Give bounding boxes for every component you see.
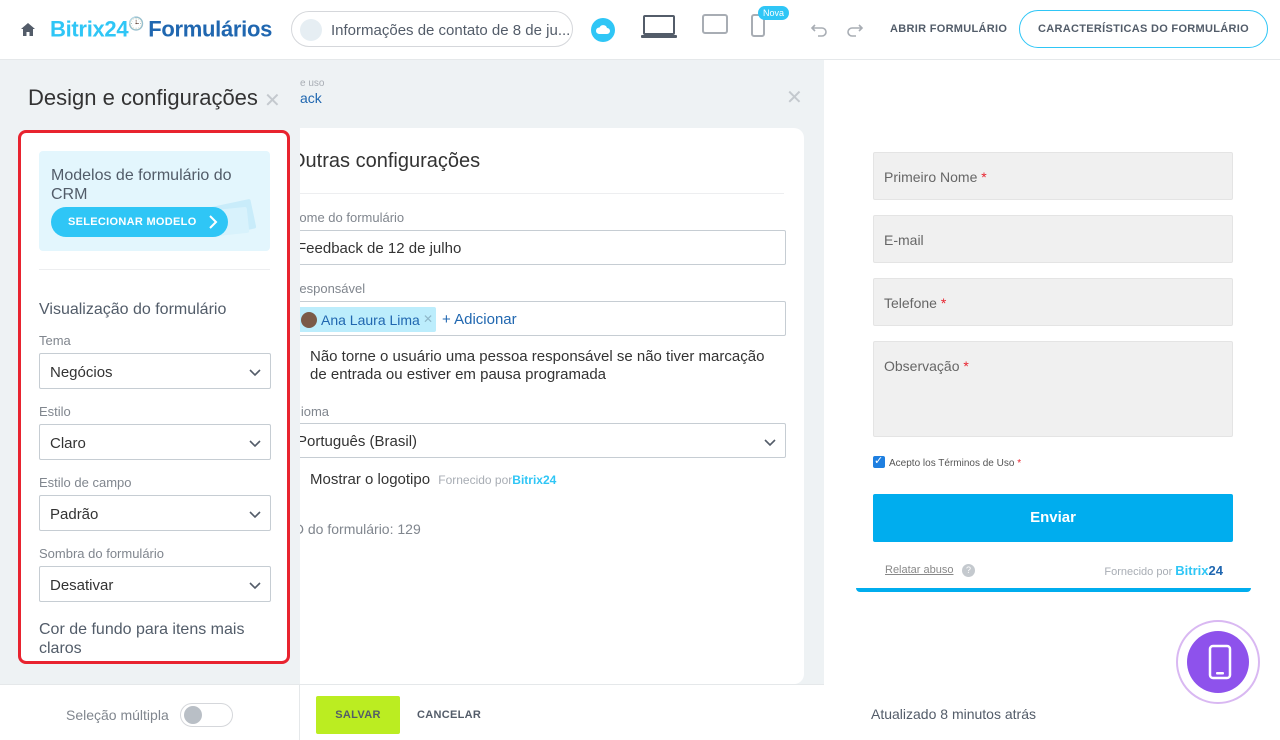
- cloud-icon[interactable]: [591, 18, 615, 42]
- phone-field[interactable]: Telefone *: [873, 278, 1233, 326]
- language-label: Idioma: [300, 404, 330, 419]
- form-selector[interactable]: Informações de contato de 8 de ju...: [291, 11, 573, 47]
- form-name-input[interactable]: Feedback de 12 de julho: [300, 230, 786, 265]
- updated-status: Atualizado 8 minutos atrás: [871, 706, 1036, 722]
- open-form-link[interactable]: ABRIR FORMULÁRIO: [890, 23, 1007, 35]
- chevron-down-icon: [249, 440, 261, 448]
- style-select[interactable]: Claro: [39, 424, 271, 460]
- form-id: ID do formulário: 129: [300, 521, 421, 537]
- avatar: [301, 312, 317, 328]
- cancel-button[interactable]: CANCELAR: [417, 709, 481, 721]
- chevron-right-icon: [209, 215, 218, 229]
- help-icon[interactable]: ?: [962, 564, 975, 577]
- chevron-down-icon: [249, 511, 261, 519]
- other-settings-title: Outras configurações: [300, 150, 481, 172]
- terms-of-use-label: e uso: [300, 78, 325, 89]
- theme-select[interactable]: Negócios: [39, 353, 271, 389]
- chevron-down-icon: [249, 582, 261, 590]
- chevron-down-icon: [764, 439, 776, 447]
- tablet-icon[interactable]: [702, 14, 728, 36]
- home-icon[interactable]: [18, 20, 38, 40]
- mobile-preview-icon: [1208, 644, 1232, 680]
- preview-footer: Relatar abuso ? Fornecido por Bitrix24: [856, 552, 1251, 592]
- form-shadow-select[interactable]: Desativar: [39, 566, 271, 602]
- powered-by: Fornecido por Bitrix24: [1104, 563, 1223, 578]
- note-field[interactable]: Observação *: [873, 341, 1233, 437]
- form-preview: Primeiro Nome * E-mail Telefone * Observ…: [824, 60, 1280, 740]
- bottom-actions-bar: SALVAR CANCELAR: [300, 684, 824, 740]
- form-shadow-label: Sombra do formulário: [39, 546, 164, 561]
- crm-templates-box: Modelos de formulário do CRM SELECIONAR …: [39, 151, 270, 251]
- new-badge: Nova: [758, 6, 790, 20]
- other-settings-panel: e uso ack ✕ Outras configurações Nome do…: [300, 60, 824, 684]
- show-logo-checkbox-label: Mostrar o logotipo Fornecido porBitrix24: [310, 471, 557, 488]
- no-clock-in-checkbox-label: Não torne o usuário uma pessoa responsáv…: [310, 348, 765, 383]
- form-view-section-title: Visualização do formulário: [39, 301, 227, 318]
- feedback-link[interactable]: ack: [300, 90, 322, 106]
- select-model-button[interactable]: SELECIONAR MODELO: [51, 207, 228, 237]
- highlighted-settings-card: Modelos de formulário do CRM SELECIONAR …: [18, 130, 290, 664]
- field-style-label: Estilo de campo: [39, 475, 132, 490]
- language-select[interactable]: Português (Brasil): [300, 423, 786, 458]
- redo-icon[interactable]: [846, 20, 864, 38]
- other-settings-card: Outras configurações Nome do formulário …: [300, 128, 804, 684]
- first-name-field[interactable]: Primeiro Nome *: [873, 152, 1233, 200]
- panel-title: Design e configurações: [28, 85, 258, 110]
- terms-checkbox[interactable]: [873, 454, 885, 468]
- submit-button[interactable]: Enviar: [873, 494, 1233, 542]
- terms-label: Acepto los Términos de Uso *: [889, 458, 1022, 469]
- desktop-icon[interactable]: [641, 14, 677, 40]
- close-icon[interactable]: ✕: [786, 85, 803, 110]
- save-button[interactable]: SALVAR: [316, 696, 400, 734]
- app-title: Bitrix24🕒 Formulários: [50, 16, 273, 42]
- theme-label: Tema: [39, 333, 71, 348]
- form-selector-label: Informações de contato de 8 de ju...: [331, 22, 571, 39]
- add-user-link[interactable]: + Adicionar: [442, 311, 517, 328]
- report-abuse-link[interactable]: Relatar abuso: [885, 564, 954, 576]
- form-thumbnail-icon: [300, 19, 322, 41]
- field-style-select[interactable]: Padrão: [39, 495, 271, 531]
- undo-icon[interactable]: [810, 20, 828, 38]
- divider: [39, 269, 270, 270]
- remove-user-icon[interactable]: ✕: [423, 312, 433, 326]
- multi-select-label: Seleção múltipla: [66, 707, 169, 723]
- responsible-label: Responsável: [300, 281, 366, 296]
- clock-icon: 🕒: [128, 16, 145, 31]
- top-bar: Bitrix24🕒 Formulários Informações de cont…: [0, 0, 1280, 60]
- mobile-preview-button[interactable]: [1176, 620, 1260, 704]
- responsible-field[interactable]: Ana Laura Lima ✕ + Adicionar: [300, 301, 786, 336]
- close-icon[interactable]: ✕: [264, 88, 281, 113]
- design-settings-panel: Design e configurações ✕ Modelos de form…: [0, 60, 300, 684]
- multi-select-toggle[interactable]: [180, 703, 233, 727]
- bottom-left-bar: Seleção múltipla: [0, 684, 300, 740]
- background-color-label: Cor de fundo para itens mais claros: [39, 621, 245, 657]
- chevron-down-icon: [249, 369, 261, 377]
- email-field[interactable]: E-mail: [873, 215, 1233, 263]
- style-label: Estilo: [39, 404, 71, 419]
- divider: [300, 193, 784, 194]
- form-name-label: Nome do formulário: [300, 210, 405, 225]
- user-chip[interactable]: Ana Laura Lima ✕: [300, 307, 436, 332]
- form-properties-button[interactable]: CARACTERÍSTICAS DO FORMULÁRIO: [1019, 10, 1268, 48]
